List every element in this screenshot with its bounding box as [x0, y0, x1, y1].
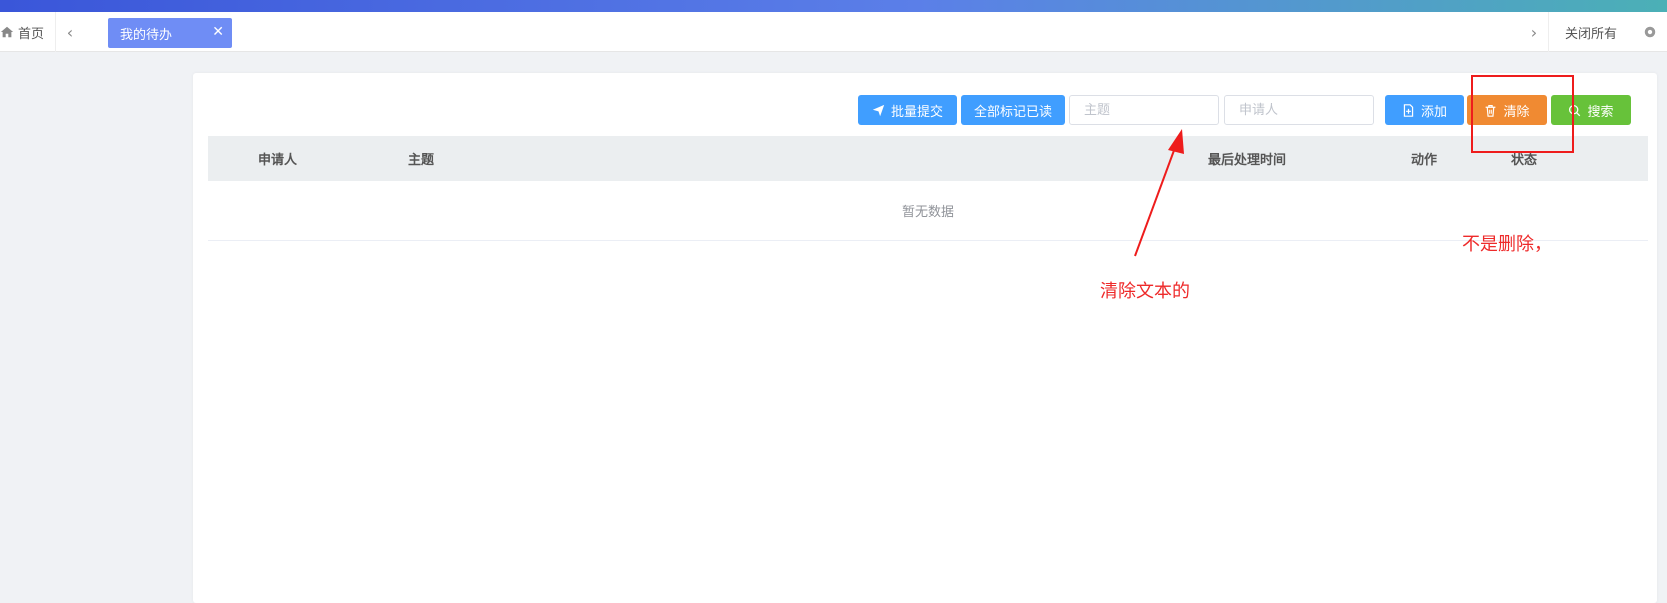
add-button[interactable]: 添加 [1385, 95, 1464, 125]
close-all-label: 关闭所有 [1565, 26, 1618, 42]
chevron-right-icon[interactable]: › [1524, 12, 1544, 52]
annotation-not-delete: 不是删除， [1462, 234, 1552, 255]
send-icon [872, 104, 885, 116]
batch-submit-button[interactable]: 批量提交 [858, 95, 957, 125]
table-header: 申请人 主题 最后处理时间 动作 状态 [208, 136, 1648, 181]
tag-home[interactable]: 首页 [0, 12, 56, 52]
column-header-last-processed-time[interactable]: 最后处理时间 [1208, 149, 1286, 168]
batch-submit-label: 批量提交 [890, 103, 943, 119]
chevron-left-icon[interactable]: ‹ [60, 12, 80, 52]
sidebar-area [0, 73, 193, 603]
table-empty-placeholder: 暂无数据 [208, 181, 1648, 241]
subject-input[interactable] [1069, 95, 1219, 125]
tag-home-label: 首页 [18, 26, 45, 42]
document-add-icon [1403, 103, 1414, 117]
add-label: 添加 [1420, 103, 1447, 119]
tag-my-todo-label: 我的待办 [120, 27, 173, 43]
settings-icon[interactable] [1643, 25, 1657, 39]
column-header-applicant[interactable]: 申请人 [258, 149, 297, 168]
home-icon [0, 26, 14, 38]
tag-my-todo[interactable]: 我的待办 ✕ [108, 18, 232, 48]
empty-text: 暂无数据 [901, 205, 954, 220]
mark-all-read-button[interactable]: 全部标记已读 [961, 95, 1065, 125]
todo-panel: 批量提交 全部标记已读 添加 清除 搜索 申请人 主题 最后处理时间 动作 状态… [193, 73, 1657, 603]
column-header-action[interactable]: 动作 [1411, 149, 1437, 168]
close-icon[interactable]: ✕ [212, 24, 224, 40]
annotation-clear-text: 清除文本的 [1100, 281, 1190, 302]
applicant-input[interactable] [1224, 95, 1374, 125]
mark-all-read-label: 全部标记已读 [973, 103, 1052, 119]
search-label: 搜索 [1587, 103, 1614, 119]
header-bar [0, 0, 1667, 12]
tags-bar: 首页 ‹ 我的待办 ✕ › 关闭所有 [0, 12, 1667, 52]
clear-button-highlight [1471, 75, 1574, 153]
close-all-button[interactable]: 关闭所有 [1548, 12, 1667, 52]
column-header-subject[interactable]: 主题 [408, 149, 434, 168]
